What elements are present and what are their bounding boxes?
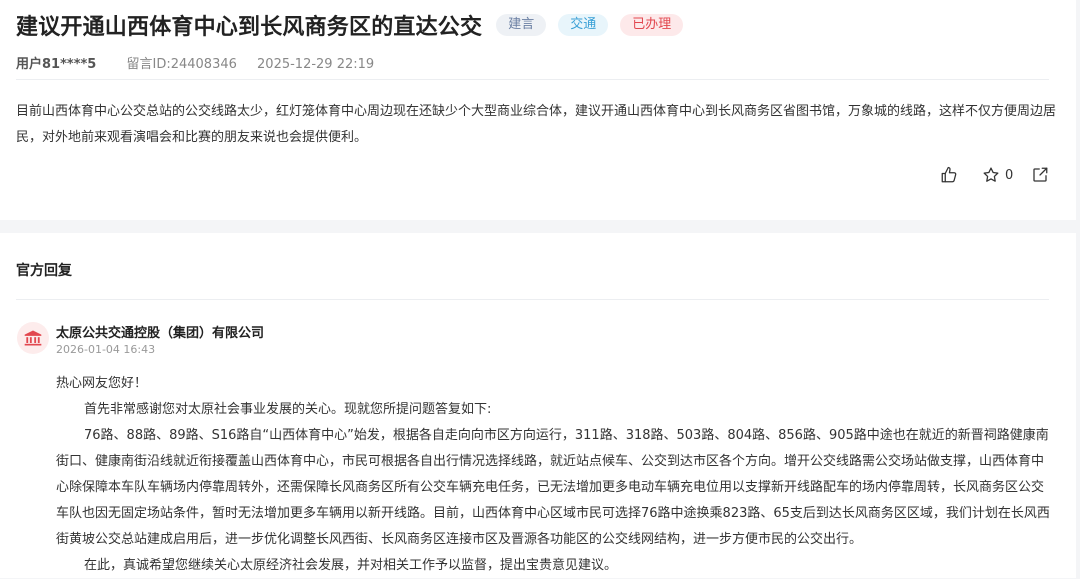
post-meta: 用户81****5 留言ID:24408346 2025-12-29 22:19 <box>16 53 374 72</box>
reply-content: 热心网友您好！ 首先非常感谢您对太原社会事业发展的关心。现就您所提问题答复如下:… <box>56 371 1051 579</box>
building-icon <box>17 322 49 354</box>
like-button[interactable] <box>940 165 958 185</box>
section-title: 官方回复 <box>16 263 72 279</box>
title-row: 建议开通山西体育中心到长风商务区的直达公交 建言 交通 已办理 <box>16 8 695 42</box>
divider <box>16 79 1049 80</box>
favorite-button[interactable]: 0 <box>982 165 1013 185</box>
status-badge: 已办理 <box>620 14 684 36</box>
favorite-count: 0 <box>1005 167 1014 183</box>
author-name: 用户81****5 <box>16 57 97 72</box>
reply-paragraph: 首先非常感谢您对太原社会事业发展的关心。现就您所提问题答复如下: <box>84 402 492 417</box>
org-name: 太原公共交通控股（集团）有限公司 <box>56 326 265 341</box>
share-button[interactable] <box>1031 165 1049 185</box>
divider <box>16 299 1049 300</box>
message-id: 留言ID:24408346 <box>126 57 237 72</box>
official-reply-card: 官方回复 太原公共交通控股（集团）有限公司 2026-01-04 16:43 热… <box>0 233 1076 578</box>
tag-traffic: 交通 <box>558 14 609 36</box>
thumbs-up-icon <box>940 166 958 184</box>
star-icon <box>982 166 1000 184</box>
post-content: 目前山西体育中心公交总站的公交线路太少，红灯笼体育中心周边现在还缺少个大型商业综… <box>16 104 1057 145</box>
post-datetime: 2025-12-29 22:19 <box>257 57 375 72</box>
reply-paragraph: 在此，真诚希望您继续关心太原经济社会发展，并对相关工作予以监督，提出宝贵意见建议… <box>84 558 618 573</box>
share-icon <box>1031 166 1049 184</box>
message-card: 建议开通山西体育中心到长风商务区的直达公交 建言 交通 已办理 用户81****… <box>0 0 1076 220</box>
reply-datetime: 2026-01-04 16:43 <box>56 343 156 356</box>
tag-suggestion: 建言 <box>496 14 547 36</box>
reply-greeting: 热心网友您好！ <box>56 376 148 391</box>
reply-paragraph: 76路、88路、89路、S16路自“山西体育中心”始发，根据各自走向向市区方向运… <box>56 428 1050 547</box>
page-title: 建议开通山西体育中心到长风商务区的直达公交 <box>16 15 483 40</box>
